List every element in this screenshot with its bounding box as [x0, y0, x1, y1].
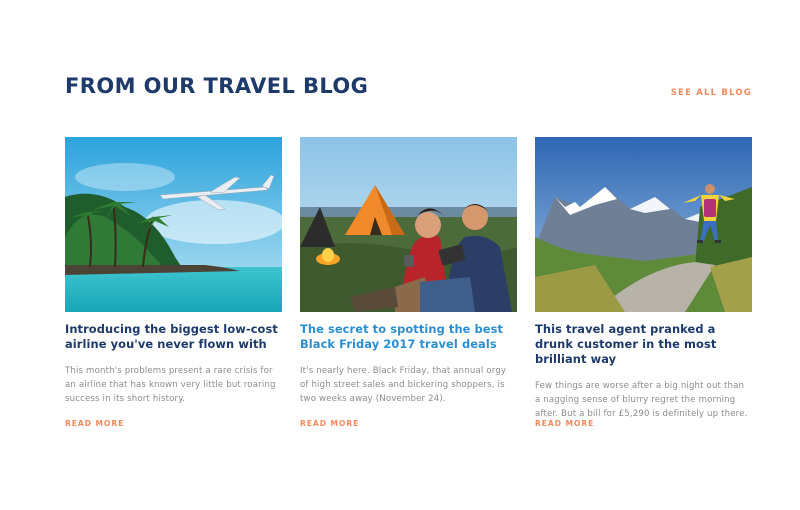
see-all-blog-link[interactable]: SEE ALL BLOG — [671, 88, 752, 98]
blog-card: Introducing the biggest low-cost airline… — [65, 137, 282, 428]
section-title: FROM OUR TRAVEL BLOG — [65, 74, 369, 98]
post-title[interactable]: This travel agent pranked a drunk custom… — [535, 322, 752, 367]
post-image-airplane-island[interactable] — [65, 137, 282, 312]
blog-card: This travel agent pranked a drunk custom… — [535, 137, 752, 428]
post-image-mountain-hiker[interactable] — [535, 137, 752, 312]
read-more-link[interactable]: READ MORE — [535, 419, 594, 428]
post-excerpt: This month's problems present a rare cri… — [65, 366, 276, 404]
read-more-link[interactable]: READ MORE — [300, 419, 359, 428]
post-title[interactable]: Introducing the biggest low-cost airline… — [65, 322, 282, 352]
post-image-camping-couple[interactable] — [300, 137, 517, 312]
post-title[interactable]: The secret to spotting the best Black Fr… — [300, 322, 517, 352]
post-excerpt: It's nearly here. Black Friday, that ann… — [300, 366, 507, 404]
read-more-link[interactable]: READ MORE — [65, 419, 124, 428]
blog-card: The secret to spotting the best Black Fr… — [300, 137, 517, 428]
post-excerpt: Few things are worse after a big night o… — [535, 381, 748, 419]
